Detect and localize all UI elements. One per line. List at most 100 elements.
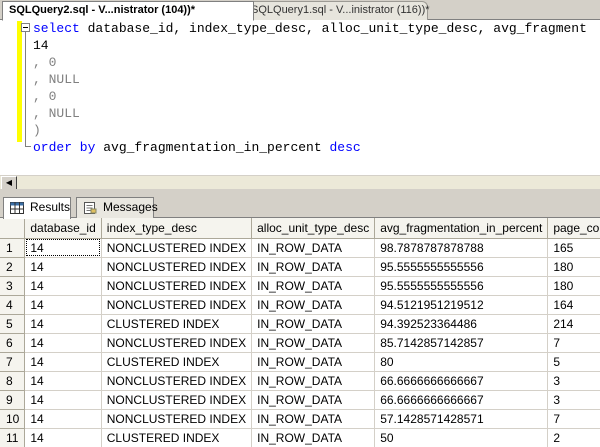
code-text: , 0 [33,55,57,70]
table-cell[interactable]: 165 [547,238,600,258]
table-cell[interactable]: 57.1428571428571 [374,409,549,429]
query-editor[interactable]: select database_id, index_type_desc, all… [0,20,600,175]
table-cell[interactable]: 14 [24,257,102,277]
table-cell[interactable]: 14 [24,428,102,447]
table-cell[interactable]: 14 [24,314,102,334]
table-row[interactable]: 3 14 NONCLUSTERED INDEX IN_ROW_DATA 95.55555… [0,276,600,296]
code-text: , NULL [33,106,80,121]
table-cell[interactable]: 14 [24,333,102,353]
table-cell[interactable]: 180 [547,257,600,277]
keyword-desc: desc [329,140,361,155]
table-cell[interactable]: 14 [24,371,102,391]
tab-sqlquery2[interactable]: SQLQuery2.sql - V...nistrator (104))* [2,1,254,21]
table-cell[interactable]: 98.7878787878788 [374,238,549,258]
table-cell[interactable]: IN_ROW_DATA [251,428,376,447]
row-number[interactable]: 8 [0,371,26,391]
table-cell[interactable]: 66.6666666666667 [374,371,549,391]
table-row[interactable]: 4 14 NONCLUSTERED INDEX IN_ROW_DATA 94.51219… [0,295,600,315]
row-number[interactable]: 4 [0,295,26,315]
tab-results[interactable]: Results [3,197,71,219]
results-grid[interactable]: database_id index_type_desc alloc_unit_t… [0,218,600,447]
table-cell[interactable]: 14 [24,238,102,258]
table-cell[interactable]: 5 [547,352,600,372]
table-cell[interactable]: IN_ROW_DATA [251,409,376,429]
table-cell[interactable]: 2 [547,428,600,447]
table-cell[interactable]: NONCLUSTERED INDEX [101,390,253,410]
table-cell[interactable]: NONCLUSTERED INDEX [101,295,253,315]
column-header[interactable]: database_id [24,218,102,239]
row-number[interactable]: 11 [0,428,26,447]
row-number[interactable]: 7 [0,352,26,372]
table-row[interactable]: 9 14 NONCLUSTERED INDEX IN_ROW_DATA 66.66666… [0,390,600,410]
table-cell[interactable]: 14 [24,390,102,410]
table-cell[interactable]: IN_ROW_DATA [251,371,376,391]
scroll-left-icon[interactable]: ◀ [1,176,17,190]
table-row[interactable]: 1 14 NONCLUSTERED INDEX IN_ROW_DATA 98.78787… [0,238,600,258]
tab-messages-label: Messages [103,200,158,214]
table-cell[interactable]: CLUSTERED INDEX [101,314,253,334]
column-header[interactable]: index_type_desc [101,218,253,239]
table-cell[interactable]: NONCLUSTERED INDEX [101,276,253,296]
tab-messages[interactable]: Messages [76,197,158,218]
row-number[interactable]: 3 [0,276,26,296]
results-tab-bar: Results Messages [0,195,600,219]
table-cell[interactable]: 95.5555555555556 [374,276,549,296]
table-cell[interactable]: CLUSTERED INDEX [101,352,253,372]
collapse-icon[interactable] [21,23,30,32]
keyword-order-by: order by [33,140,96,155]
table-cell[interactable]: NONCLUSTERED INDEX [101,409,253,429]
table-cell[interactable]: 14 [24,409,102,429]
tab-sqlquery1[interactable]: SQLQuery1.sql - V...inistrator (116))* [228,1,430,20]
table-cell[interactable]: 66.6666666666667 [374,390,549,410]
table-cell[interactable]: CLUSTERED INDEX [101,428,253,447]
table-cell[interactable]: 95.5555555555556 [374,257,549,277]
table-cell[interactable]: IN_ROW_DATA [251,238,376,258]
table-cell[interactable]: 14 [24,295,102,315]
table-cell[interactable]: 94.392523364486 [374,314,549,334]
table-cell[interactable]: IN_ROW_DATA [251,390,376,410]
table-cell[interactable]: 3 [547,371,600,391]
table-cell[interactable]: 3 [547,390,600,410]
table-cell[interactable]: 85.7142857142857 [374,333,549,353]
table-cell[interactable]: NONCLUSTERED INDEX [101,333,253,353]
table-row[interactable]: 11 14 CLUSTERED INDEX IN_ROW_DATA 50 2 [0,428,600,447]
table-row[interactable]: 2 14 NONCLUSTERED INDEX IN_ROW_DATA 95.55555… [0,257,600,277]
table-row[interactable]: 5 14 CLUSTERED INDEX IN_ROW_DATA 94.39252336… [0,314,600,334]
row-number[interactable]: 5 [0,314,26,334]
table-row[interactable]: 6 14 NONCLUSTERED INDEX IN_ROW_DATA 85.71428… [0,333,600,353]
column-header[interactable]: alloc_unit_type_desc [251,218,376,239]
table-cell[interactable]: 14 [24,352,102,372]
table-cell[interactable]: IN_ROW_DATA [251,333,376,353]
column-header[interactable]: avg_fragmentation_in_percent [374,218,549,239]
table-cell[interactable]: NONCLUSTERED INDEX [101,257,253,277]
grid-corner[interactable] [0,218,26,239]
table-cell[interactable]: 7 [547,409,600,429]
table-cell[interactable]: IN_ROW_DATA [251,295,376,315]
table-cell[interactable]: 7 [547,333,600,353]
table-cell[interactable]: NONCLUSTERED INDEX [101,371,253,391]
table-row[interactable]: 10 14 NONCLUSTERED INDEX IN_ROW_DATA 57.1428… [0,409,600,429]
table-row[interactable]: 8 14 NONCLUSTERED INDEX IN_ROW_DATA 66.66666… [0,371,600,391]
code-text: database_id, index_type_desc, alloc_unit… [79,21,587,36]
column-header[interactable]: page_count [547,218,600,239]
table-row[interactable]: 7 14 CLUSTERED INDEX IN_ROW_DATA 80 5 [0,352,600,372]
table-cell[interactable]: NONCLUSTERED INDEX [101,238,253,258]
table-cell[interactable]: IN_ROW_DATA [251,257,376,277]
table-cell[interactable]: IN_ROW_DATA [251,352,376,372]
table-cell[interactable]: 180 [547,276,600,296]
editor-horizontal-scrollbar[interactable]: ◀ [0,175,600,190]
row-number[interactable]: 2 [0,257,26,277]
row-number[interactable]: 6 [0,333,26,353]
tab-results-label: Results [30,200,71,214]
table-cell[interactable]: IN_ROW_DATA [251,276,376,296]
table-cell[interactable]: IN_ROW_DATA [251,314,376,334]
table-cell[interactable]: 214 [547,314,600,334]
row-number[interactable]: 10 [0,409,26,429]
table-cell[interactable]: 94.5121951219512 [374,295,549,315]
table-cell[interactable]: 164 [547,295,600,315]
table-cell[interactable]: 14 [24,276,102,296]
table-cell[interactable]: 80 [374,352,549,372]
row-number[interactable]: 9 [0,390,26,410]
row-number[interactable]: 1 [0,238,26,258]
table-cell[interactable]: 50 [374,428,549,447]
